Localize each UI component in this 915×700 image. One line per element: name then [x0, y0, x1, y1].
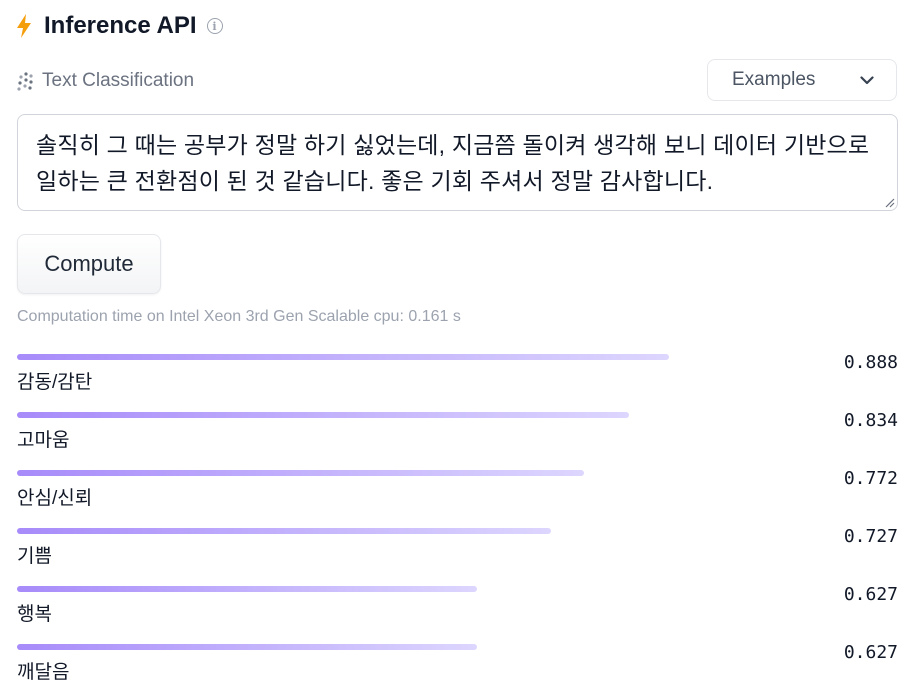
result-label: 기쁨	[17, 546, 52, 567]
task-label: Text Classification	[42, 70, 195, 91]
result-label: 감동/감탄	[17, 372, 93, 393]
compute-button[interactable]: Compute	[17, 234, 161, 294]
score-bar	[17, 354, 669, 360]
chevron-down-icon	[860, 75, 874, 84]
score-bar	[17, 586, 477, 592]
dots-grid-icon	[17, 72, 33, 91]
text-input[interactable]: 솔직히 그 때는 공부가 정말 하기 싫었는데, 지금쯤 돌이켜 생각해 보니 …	[17, 114, 898, 211]
score-bar	[17, 644, 477, 650]
result-score: 0.888	[843, 352, 898, 373]
result-row: 행복 0.627	[17, 584, 898, 642]
lightning-bolt-icon	[17, 14, 31, 38]
result-row: 감동/감탄 0.888	[17, 352, 898, 410]
score-bar	[17, 412, 629, 418]
result-label: 안심/신뢰	[17, 488, 93, 509]
result-row: 기쁨 0.727	[17, 526, 898, 584]
result-label: 행복	[17, 604, 52, 625]
result-label: 고마움	[17, 430, 70, 451]
examples-label: Examples	[732, 69, 816, 90]
result-row: 안심/신뢰 0.772	[17, 468, 898, 526]
result-score: 0.834	[843, 410, 898, 431]
result-score: 0.772	[843, 468, 898, 489]
result-score: 0.627	[843, 642, 898, 663]
computation-time: Computation time on Intel Xeon 3rd Gen S…	[17, 308, 461, 325]
info-icon[interactable]: i	[206, 18, 223, 34]
examples-dropdown[interactable]: Examples	[707, 59, 897, 101]
result-row: 고마움 0.834	[17, 410, 898, 468]
inference-api-header: Inference API i	[16, 10, 223, 42]
result-score: 0.627	[843, 584, 898, 605]
result-row: 깨달음 0.627	[17, 642, 898, 700]
input-text[interactable]: 솔직히 그 때는 공부가 정말 하기 싫었는데, 지금쯤 돌이켜 생각해 보니 …	[36, 127, 879, 199]
classification-results: 감동/감탄 0.888 고마움 0.834 안심/신뢰 0.772 기쁨 0.727 행복 0.6…	[17, 352, 898, 700]
result-score: 0.727	[843, 526, 898, 547]
task-type: Text Classification	[16, 68, 194, 94]
score-bar	[17, 470, 584, 476]
resize-handle-icon[interactable]	[883, 196, 895, 208]
score-bar	[17, 528, 551, 534]
result-label: 깨달음	[17, 662, 70, 683]
page-title: Inference API	[44, 12, 197, 39]
